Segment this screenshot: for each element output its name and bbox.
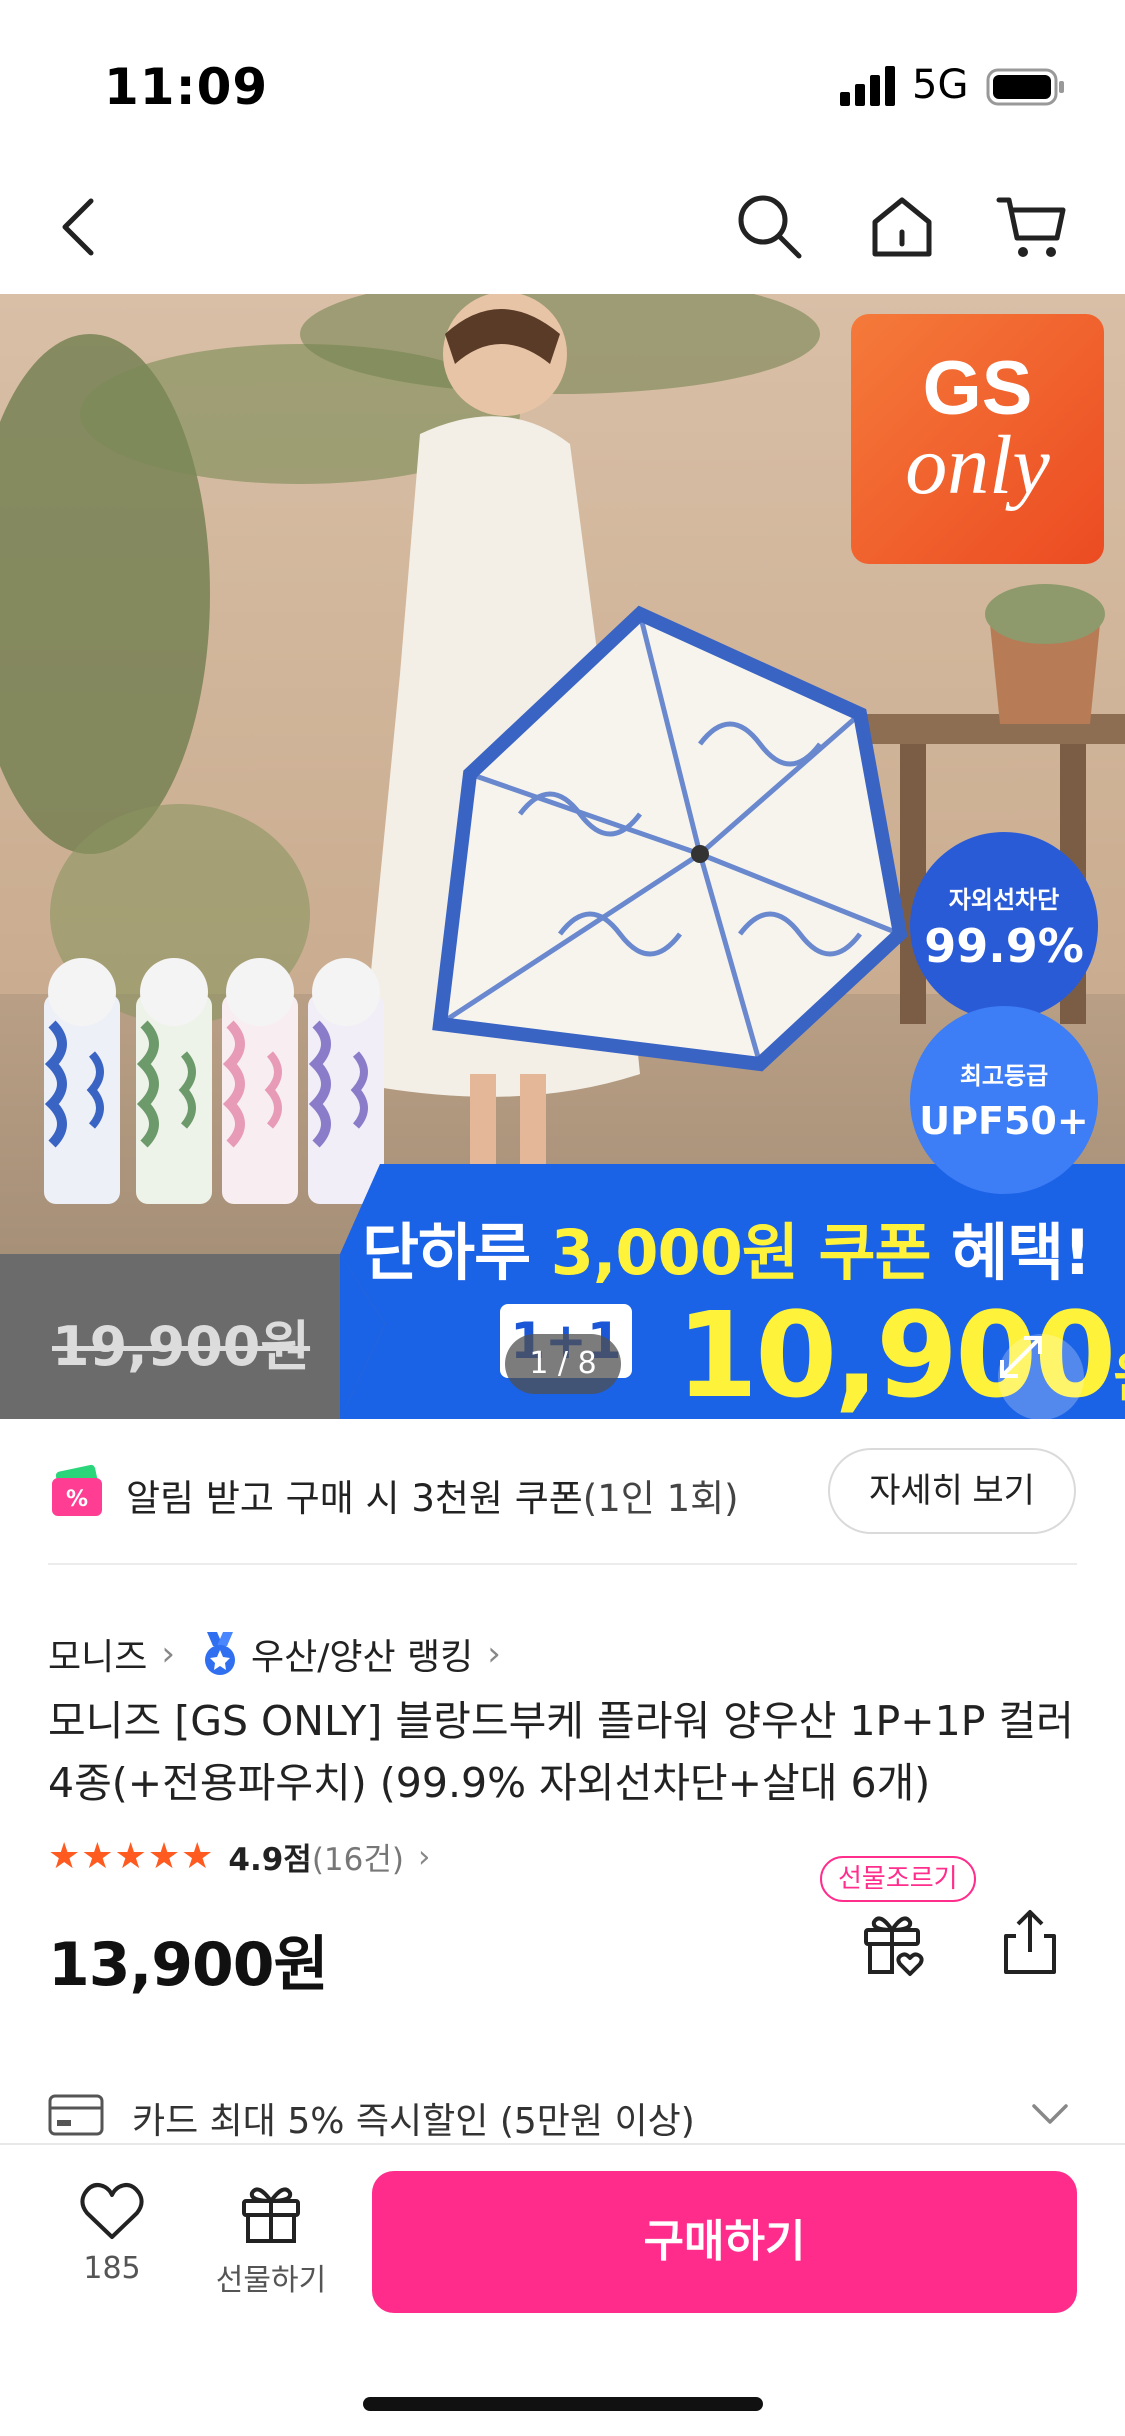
badge-gs-text: GS (922, 346, 1033, 431)
ranking-link[interactable]: 우산/양산 랭킹 (251, 1628, 473, 1680)
promo-prefix: 단하루 (362, 1216, 551, 1289)
coupon-limit-text: (1인 1회) (582, 1477, 739, 1520)
gift-button[interactable]: 선물하기 (206, 2181, 336, 2321)
card-discount-text: 카드 최대 5% 즉시할인 (5만원 이상) (132, 2101, 695, 2142)
gs-only-badge: GS only (851, 314, 1104, 564)
search-button[interactable] (728, 185, 812, 269)
chevron-right-icon: › (161, 1634, 175, 1674)
gift-request-button[interactable] (858, 1908, 930, 1980)
credit-card-icon (48, 2094, 104, 2136)
home-icon (872, 197, 932, 257)
chevron-down-icon (1032, 2104, 1068, 2124)
like-count: 185 (83, 2251, 141, 2286)
star-rating-icon: ★★★★★ (48, 1836, 215, 1877)
promo-highlight: 3,000원 쿠폰 (550, 1216, 932, 1289)
upf-label: 최고등급 (959, 1062, 1049, 1090)
home-indicator (363, 2397, 763, 2411)
coupon-notice: % 알림 받고 구매 시 3천원 쿠폰(1인 1회) 자세히 보기 (48, 1420, 1077, 1565)
bottom-action-bar: 185 선물하기 구매하기 (0, 2143, 1125, 2436)
upf-badge: 최고등급 UPF50+ (910, 1006, 1098, 1194)
coupon-main-text: 알림 받고 구매 시 3천원 쿠폰 (126, 1477, 583, 1520)
product-title: 모니즈 [GS ONLY] 블랑드부케 플라워 양우산 1P+1P 컬러 4종(… (48, 1697, 1074, 1807)
coupon-text: 알림 받고 구매 시 3천원 쿠폰(1인 1회) (126, 1468, 739, 1522)
signal-icon (840, 66, 895, 106)
promo-suffix: 혜택! (930, 1216, 1091, 1289)
cart-button[interactable] (990, 185, 1074, 269)
gift-heart-icon (864, 1916, 924, 1976)
breadcrumb: 모니즈 › 우산/양산 랭킹 › (48, 1628, 527, 1680)
card-discount-row[interactable]: 카드 최대 5% 즉시할인 (5만원 이상) (48, 2080, 1078, 2152)
rating-summary[interactable]: ★★★★★ 4.9점 (16건) › (48, 1834, 430, 1879)
status-bar: 11:09 5G (0, 0, 1125, 160)
ranking-medal-icon (204, 1632, 235, 1675)
share-icon (1004, 1910, 1056, 1974)
uv-label: 자외선차단 (948, 886, 1060, 914)
uv-protection-badge: 자외선차단 99.9% (910, 832, 1098, 1020)
back-button[interactable] (38, 185, 122, 269)
like-button[interactable]: 185 (62, 2181, 162, 2321)
share-button[interactable] (998, 1906, 1062, 1978)
rating-score: 4.9점 (228, 1842, 312, 1878)
battery-icon (986, 68, 1064, 106)
buy-button[interactable]: 구매하기 (372, 2171, 1077, 2313)
home-button[interactable] (860, 185, 944, 269)
coupon-detail-button[interactable]: 자세히 보기 (828, 1448, 1076, 1534)
expand-image-button[interactable] (998, 1334, 1084, 1419)
sale-price-unit: 원 (1113, 1346, 1125, 1409)
search-icon (738, 195, 802, 259)
cart-icon (996, 197, 1066, 257)
svg-text:%: % (66, 1487, 88, 1512)
upf-value: UPF50+ (919, 1099, 1089, 1143)
uv-value: 99.9% (924, 919, 1084, 973)
network-label: 5G (912, 62, 969, 108)
brand-link[interactable]: 모니즈 (48, 1628, 147, 1680)
review-count: (16건) (311, 1842, 404, 1878)
heart-icon (80, 2183, 144, 2239)
image-page-indicator: 1 / 8 (505, 1334, 621, 1394)
product-image-carousel[interactable]: GS only 자외선차단 99.9% 최고등급 UPF50+ 단하루 3,00… (0, 294, 1125, 1419)
chevron-right-icon: › (417, 1838, 431, 1875)
gift-request-tag: 선물조르기 (820, 1856, 976, 1902)
promo-headline: 단하루 3,000원 쿠폰 혜택! (362, 1202, 1091, 1292)
back-arrow-icon (62, 198, 94, 256)
badge-only-text: only (905, 419, 1050, 512)
coupon-icon: % (52, 1464, 102, 1516)
original-price: 19,900원 (52, 1315, 311, 1378)
top-navigation (0, 160, 1125, 295)
status-time: 11:09 (104, 58, 269, 116)
gift-icon (242, 2187, 300, 2243)
expand-icon (1000, 1336, 1042, 1378)
chevron-right-icon: › (487, 1634, 501, 1674)
gift-label: 선물하기 (215, 2263, 327, 2298)
product-price: 13,900원 (48, 1930, 329, 2000)
